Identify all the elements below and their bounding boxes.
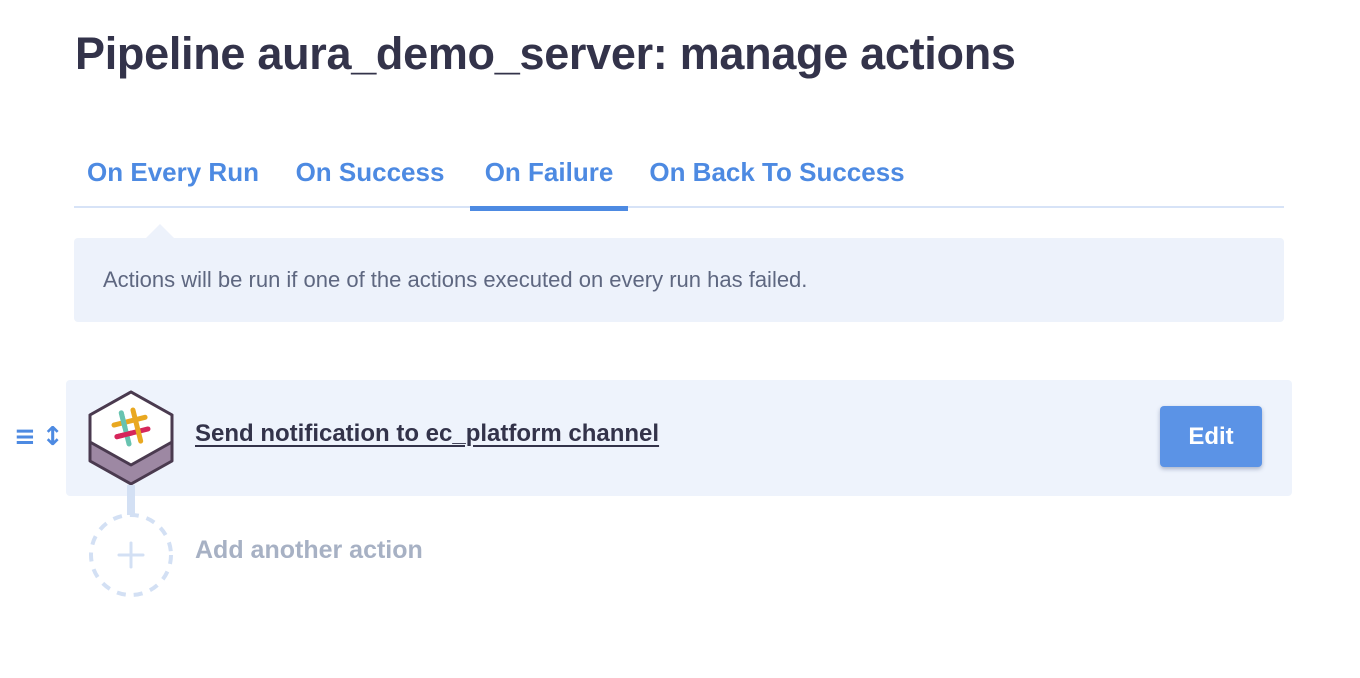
action-title-link[interactable]: Send notification to ec_platform channel [195, 420, 659, 448]
tab-on-success[interactable]: On Success [288, 150, 452, 208]
action-connector [127, 485, 135, 515]
slack-icon [88, 390, 174, 486]
info-box-pointer [146, 224, 174, 238]
action-tabs: On Every Run On Success On Failure On Ba… [74, 150, 1284, 211]
edit-button[interactable]: Edit [1160, 406, 1262, 467]
info-message: Actions will be run if one of the action… [74, 238, 1284, 322]
tab-on-back-to-success[interactable]: On Back To Success [644, 150, 910, 208]
tab-on-every-run[interactable]: On Every Run [74, 150, 272, 208]
hamburger-icon: ≡ [14, 422, 36, 452]
add-another-action-link[interactable]: Add another action [195, 536, 423, 565]
page-title: Pipeline aura_demo_server: manage action… [75, 28, 1016, 79]
plus-icon[interactable] [88, 512, 174, 598]
vertical-arrows-icon: ↕ [41, 422, 64, 452]
drag-handle[interactable]: ≡ ↕ [14, 423, 64, 451]
tab-on-failure[interactable]: On Failure [470, 150, 628, 211]
manage-actions-page: Pipeline aura_demo_server: manage action… [0, 0, 1360, 678]
